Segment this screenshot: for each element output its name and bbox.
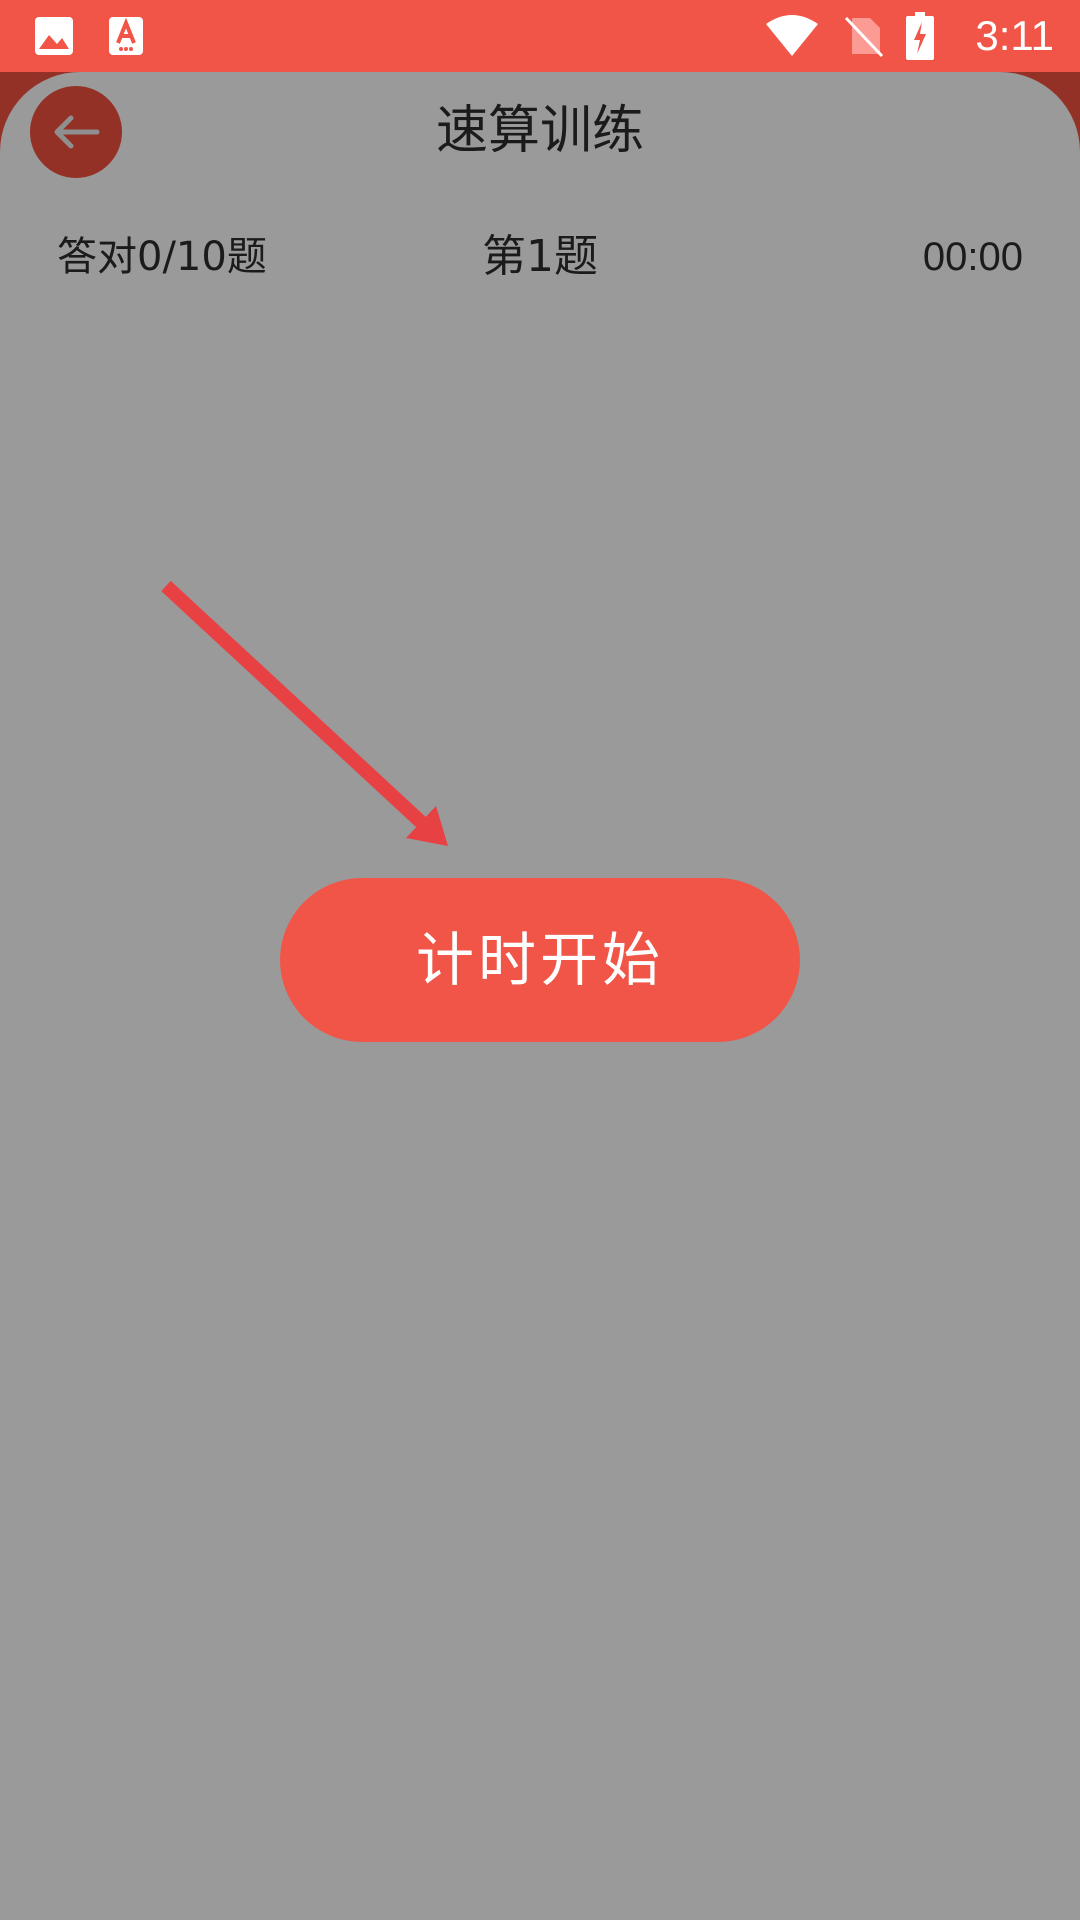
status-bar: 3:11 (0, 0, 1080, 72)
font-app-notification-icon (109, 17, 143, 55)
question-number: 第1题 (482, 231, 598, 282)
status-right: 3:11 (764, 0, 1054, 72)
start-timer-button[interactable]: 计时开始 (280, 878, 800, 1042)
image-notification-icon (35, 17, 73, 55)
stats-row: 答对0/10题 第1题 00:00 (0, 222, 1080, 292)
page-title: 速算训练 (435, 101, 644, 161)
timer: 00:00 (922, 235, 1023, 279)
no-sim-icon (844, 16, 884, 58)
status-time: 3:11 (975, 12, 1054, 59)
battery-charging-icon (906, 12, 934, 60)
wifi-icon (766, 15, 818, 56)
